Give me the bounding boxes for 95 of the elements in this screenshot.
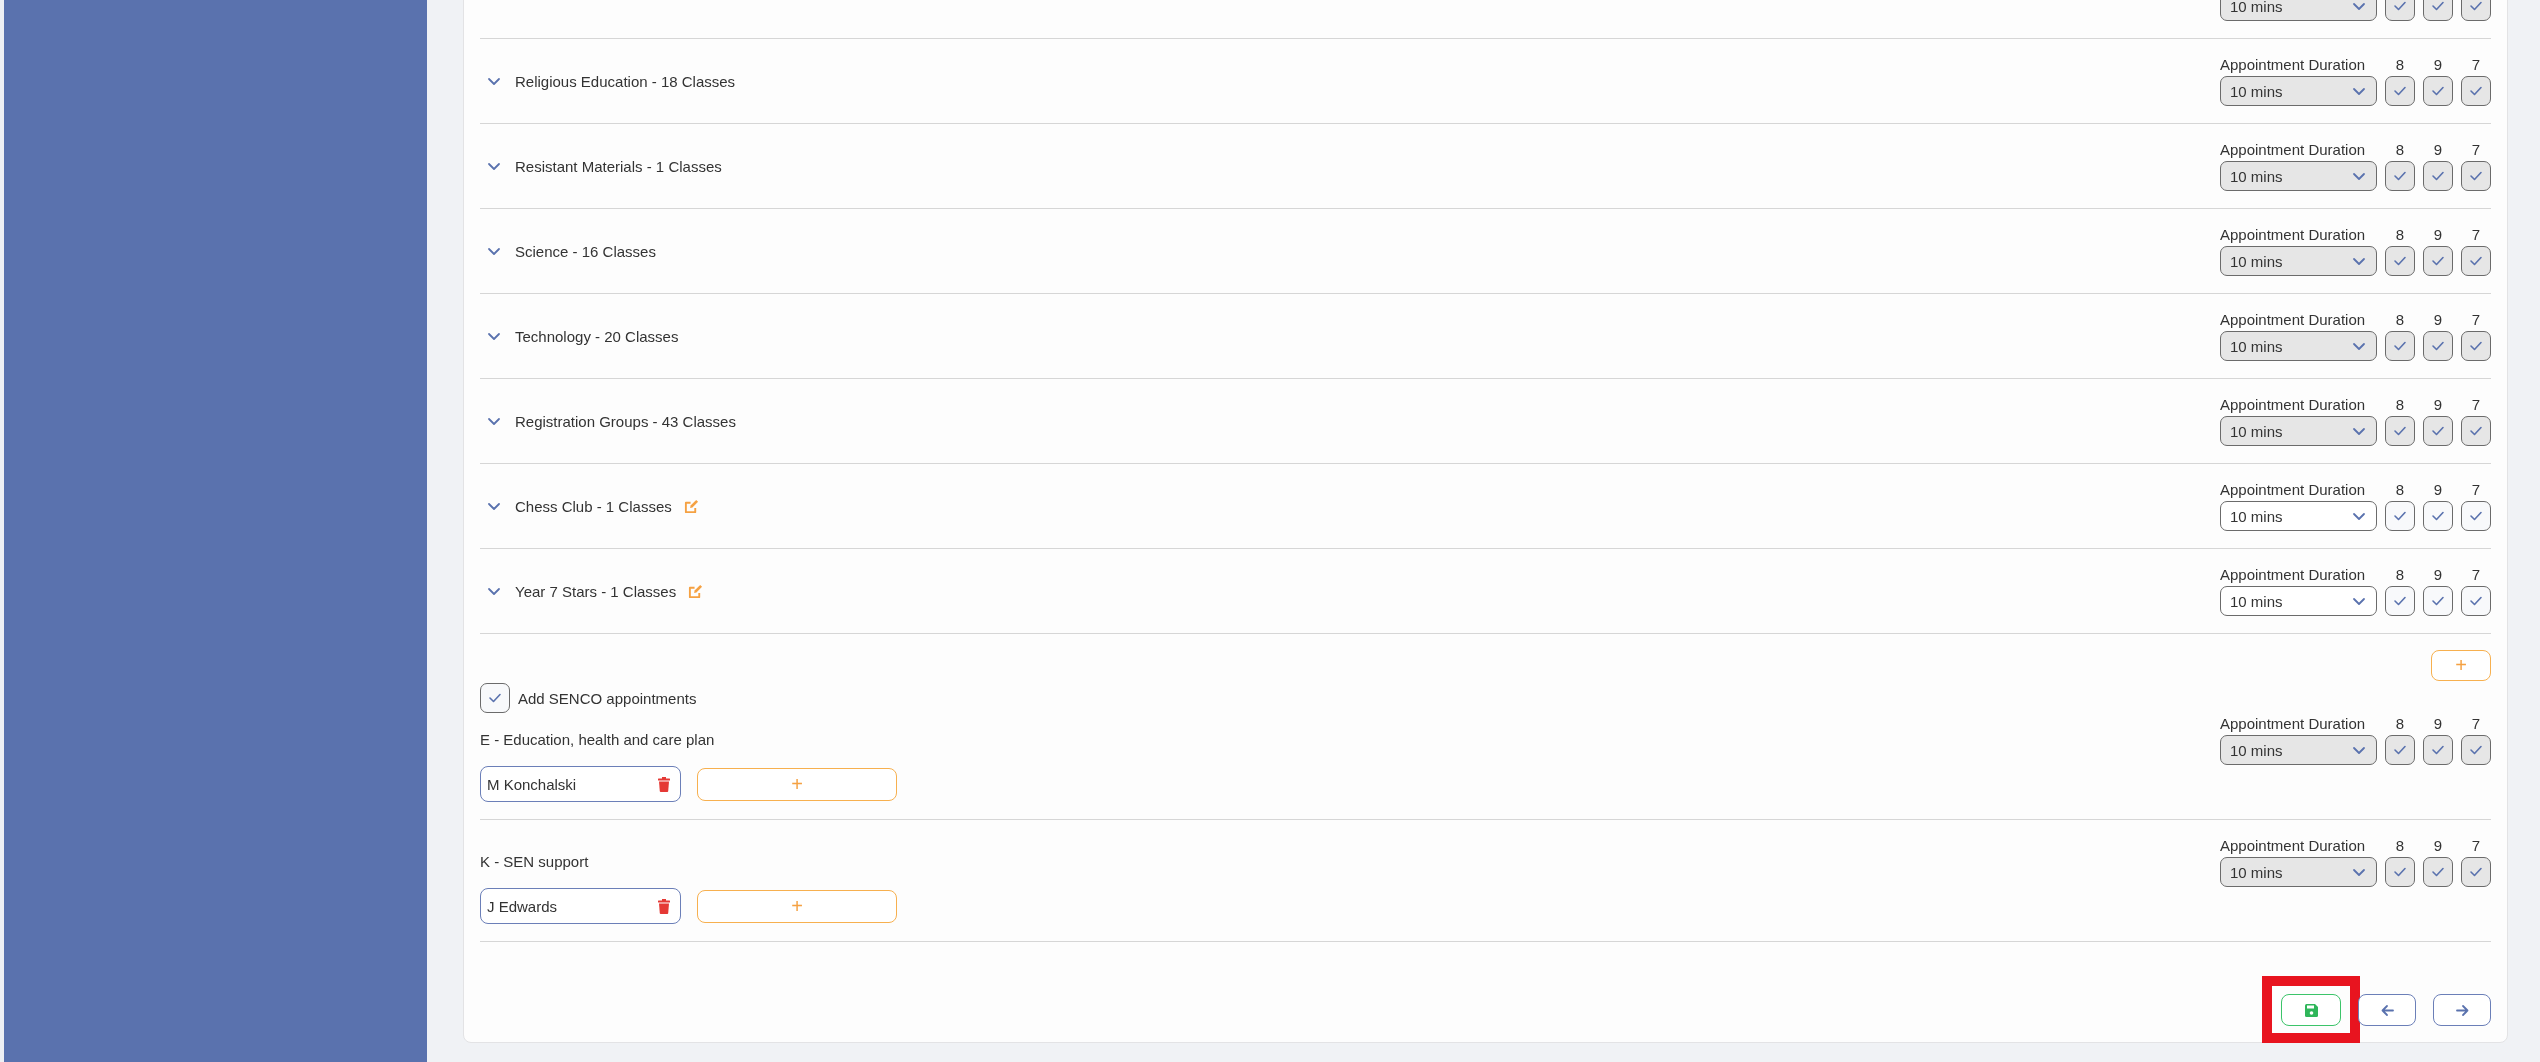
year-label: 8 [2394, 566, 2406, 584]
duration-label: Appointment Duration [2220, 715, 2367, 733]
checkmark-icon [2431, 254, 2445, 268]
subject-title: Religious Education - 18 Classes [515, 72, 736, 90]
checkmark-icon [2431, 424, 2445, 438]
checkmark-icon [2469, 509, 2483, 523]
year-label: 8 [2394, 311, 2406, 329]
year-label: 9 [2432, 311, 2444, 329]
year-checkbox[interactable] [2385, 501, 2415, 531]
checkmark-icon [2469, 339, 2483, 353]
year-label: 9 [2432, 566, 2444, 584]
year-label: 7 [2470, 481, 2482, 499]
checkmark-icon [2469, 865, 2483, 879]
year-label: 7 [2470, 141, 2482, 159]
arrow-right-icon [2455, 1003, 2469, 1017]
checkmark-icon [2393, 254, 2407, 268]
arrow-left-icon [2380, 1003, 2394, 1017]
duration-label: Appointment Duration [2220, 226, 2367, 244]
checkmark-icon [2393, 0, 2407, 13]
checkmark-icon [2431, 509, 2445, 523]
checkmark-icon [2431, 594, 2445, 608]
year-label: 8 [2394, 226, 2406, 244]
checkmark-icon [2431, 0, 2445, 13]
checkmark-icon [2431, 339, 2445, 353]
trash-icon[interactable] [658, 898, 670, 914]
checkmark-icon [2393, 169, 2407, 183]
year-label: 8 [2394, 837, 2406, 855]
duration-label: Appointment Duration [2220, 311, 2367, 329]
checkmark-icon [2431, 865, 2445, 879]
trash-icon[interactable] [658, 776, 670, 792]
checkmark-icon [2393, 339, 2407, 353]
save-button[interactable] [2281, 994, 2341, 1026]
year-label: 7 [2470, 715, 2482, 733]
year-label: 7 [2470, 56, 2482, 74]
checkmark-icon [2431, 743, 2445, 757]
checkmark-icon [2469, 743, 2483, 757]
subject-title: Year 7 Stars - 1 Classes [515, 582, 677, 600]
checkmark-icon [2393, 865, 2407, 879]
year-label: 8 [2394, 715, 2406, 733]
next-button[interactable] [2433, 994, 2491, 1026]
duration-label: Appointment Duration [2220, 141, 2367, 159]
year-label: 7 [2470, 837, 2482, 855]
year-label: 9 [2432, 837, 2444, 855]
duration-select[interactable]: 10 mins [2220, 501, 2377, 531]
checkmark-icon [488, 691, 502, 705]
year-label: 8 [2394, 481, 2406, 499]
checkmark-icon [2469, 169, 2483, 183]
checkmark-icon [2431, 169, 2445, 183]
duration-label: Appointment Duration [2220, 837, 2367, 855]
year-label: 9 [2432, 481, 2444, 499]
duration-label: Appointment Duration [2220, 396, 2367, 414]
year-label: 9 [2432, 141, 2444, 159]
checkmark-icon [2469, 0, 2483, 13]
group-title: K - SEN support [480, 853, 590, 871]
year-label: 9 [2432, 396, 2444, 414]
duration-label: Appointment Duration [2220, 56, 2367, 74]
checkmark-icon [2469, 84, 2483, 98]
senco-checkbox[interactable] [480, 683, 510, 713]
checkmark-icon [2469, 254, 2483, 268]
back-button[interactable] [2358, 994, 2416, 1026]
year-label: 9 [2432, 226, 2444, 244]
checkmark-icon [2469, 594, 2483, 608]
checkmark-icon [2393, 594, 2407, 608]
year-label: 7 [2470, 226, 2482, 244]
year-label: 8 [2394, 141, 2406, 159]
subject-title: Technology - 20 Classes [515, 327, 679, 345]
year-label: 9 [2432, 715, 2444, 733]
year-label: 9 [2432, 56, 2444, 74]
checkmark-icon [2393, 84, 2407, 98]
year-label: 8 [2394, 396, 2406, 414]
checkmark-icon [2431, 84, 2445, 98]
year-label: 7 [2470, 311, 2482, 329]
checkmark-icon [2393, 509, 2407, 523]
year-label: 7 [2470, 566, 2482, 584]
duration-label: Appointment Duration [2220, 481, 2367, 499]
group-title: E - Education, health and care plan [480, 731, 716, 749]
year-checkbox[interactable] [2461, 501, 2491, 531]
checkmark-icon [2469, 424, 2483, 438]
duration-select[interactable]: 10 mins [2220, 586, 2377, 616]
subject-title: Resistant Materials - 1 Classes [515, 157, 722, 175]
checkmark-icon [2393, 743, 2407, 757]
save-icon [2304, 1003, 2318, 1017]
year-checkbox[interactable] [2423, 586, 2453, 616]
year-checkbox[interactable] [2423, 501, 2453, 531]
year-label: 7 [2470, 396, 2482, 414]
year-checkbox[interactable] [2385, 586, 2415, 616]
duration-label: Appointment Duration [2220, 566, 2367, 584]
year-checkbox[interactable] [2461, 586, 2491, 616]
subject-title: Registration Groups - 43 Classes [515, 412, 736, 430]
subject-title: Science - 16 Classes [515, 242, 656, 260]
checkmark-icon [2393, 424, 2407, 438]
subject-title: Chess Club - 1 Classes [515, 497, 672, 515]
checkbox-label: Add SENCO appointments [518, 689, 697, 707]
year-label: 8 [2394, 56, 2406, 74]
chevron-down-icon [2352, 0, 2366, 13]
